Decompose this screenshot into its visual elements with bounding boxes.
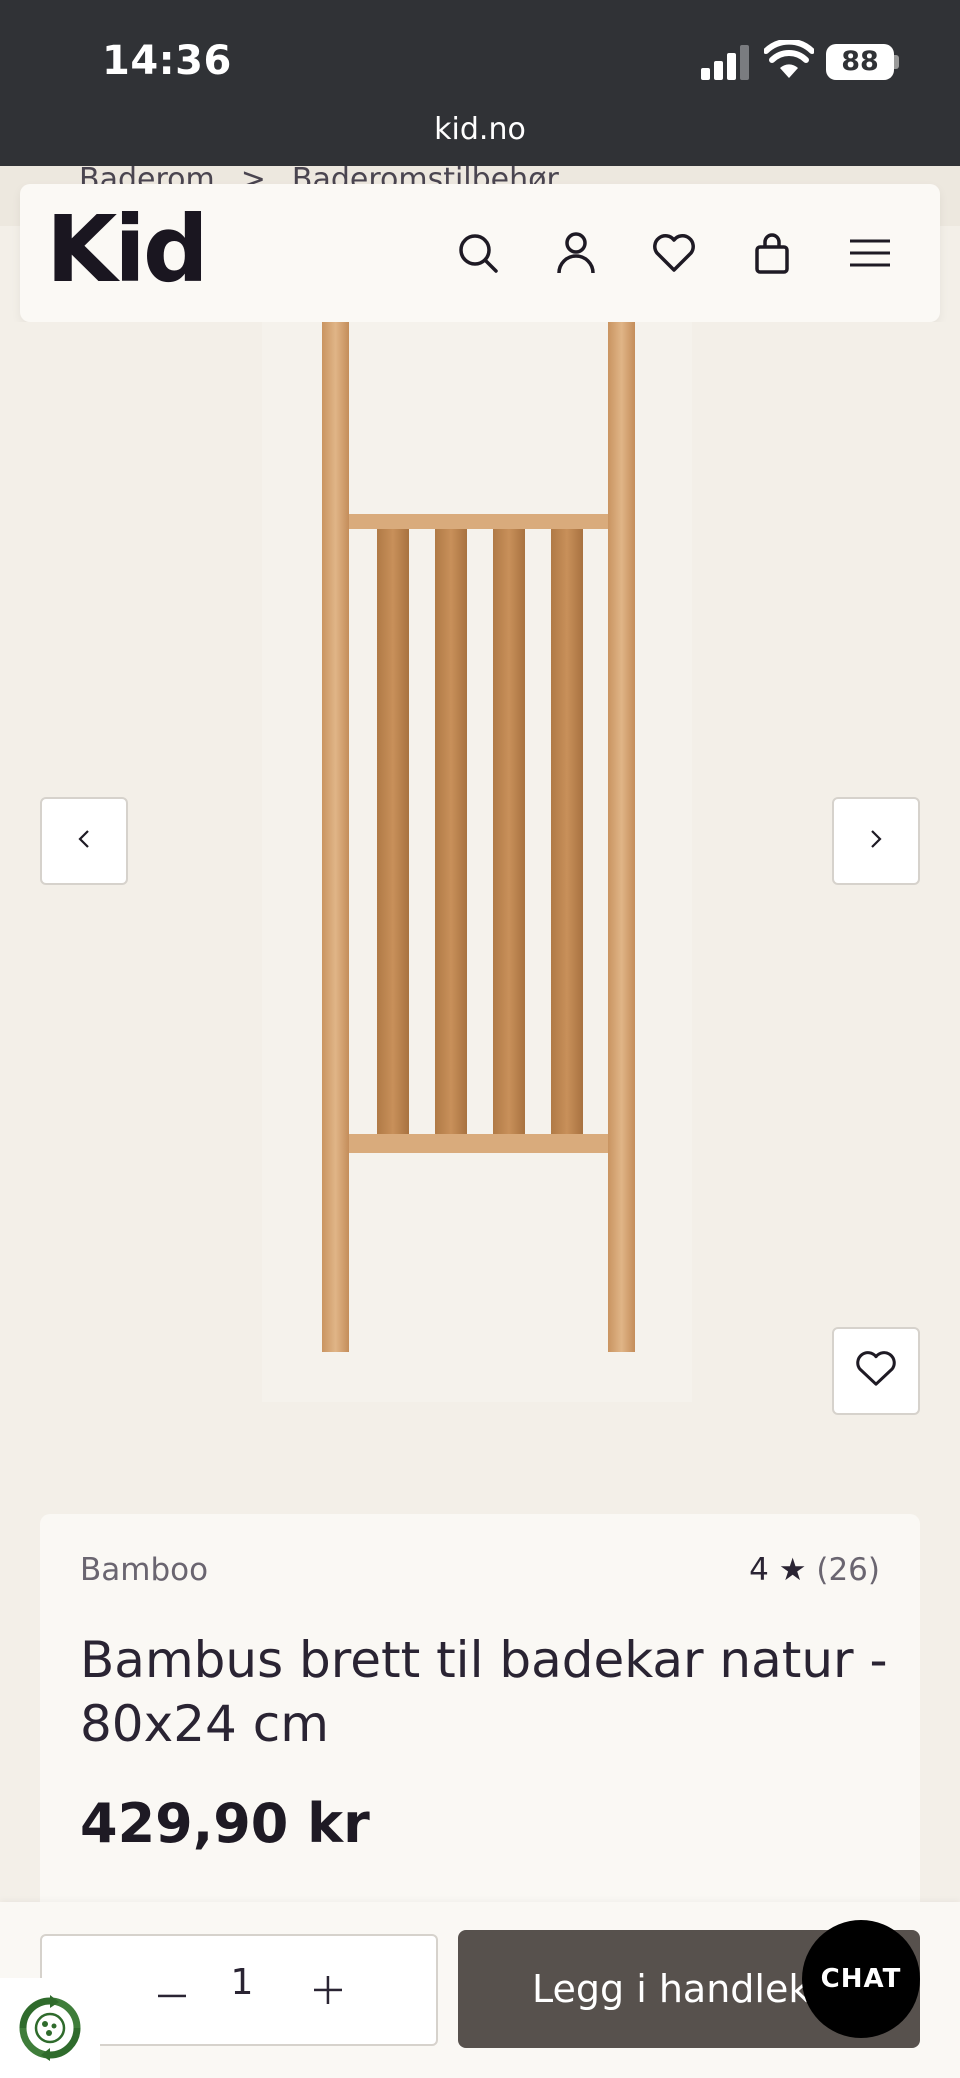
product-gallery: [0, 322, 960, 1472]
menu-icon[interactable]: [842, 225, 898, 281]
status-bar: 14:36 88 kid.no: [0, 0, 960, 166]
product-price: 429,90 kr: [80, 1792, 370, 1855]
chat-button[interactable]: CHAT: [802, 1920, 920, 2038]
plus-icon: [314, 1976, 342, 2008]
quantity-decrease-button[interactable]: [142, 1964, 202, 2020]
search-icon[interactable]: [450, 225, 506, 281]
rating-value: 4: [749, 1552, 769, 1588]
product-rating[interactable]: 4 ★ (26): [749, 1552, 880, 1588]
wifi-icon: [763, 38, 815, 80]
eco-badge-icon[interactable]: [0, 1978, 100, 2078]
heart-icon: [855, 1350, 897, 1392]
gallery-next-button[interactable]: [832, 797, 920, 885]
add-to-favorites-button[interactable]: [832, 1327, 920, 1415]
rating-count: (26): [816, 1552, 880, 1588]
star-icon: ★: [778, 1552, 807, 1588]
product-title: Bambus brett til badekar natur - 80x24 c…: [80, 1631, 888, 1753]
address-bar-url[interactable]: kid.no: [0, 112, 960, 147]
product-info-card: Bamboo 4 ★ (26) Bambus brett til badekar…: [40, 1514, 920, 1934]
chevron-left-icon: [77, 828, 91, 854]
site-header: Kid: [20, 184, 940, 322]
battery-indicator: 88: [826, 44, 894, 80]
gallery-prev-button[interactable]: [40, 797, 128, 885]
status-time: 14:36: [102, 38, 232, 84]
product-brand[interactable]: Bamboo: [80, 1552, 208, 1588]
account-icon[interactable]: [548, 225, 604, 281]
chevron-right-icon: [869, 828, 883, 854]
wishlist-heart-icon[interactable]: [646, 225, 702, 281]
battery-tip: [894, 55, 899, 69]
quantity-increase-button[interactable]: [298, 1964, 358, 2020]
signal-icon: [701, 44, 751, 80]
shopping-bag-icon[interactable]: [744, 225, 800, 281]
product-image-bath-rack[interactable]: [262, 322, 692, 1402]
kid-logo[interactable]: Kid: [46, 204, 209, 296]
minus-icon: [158, 1983, 186, 2002]
quantity-value[interactable]: 1: [222, 1962, 262, 2003]
